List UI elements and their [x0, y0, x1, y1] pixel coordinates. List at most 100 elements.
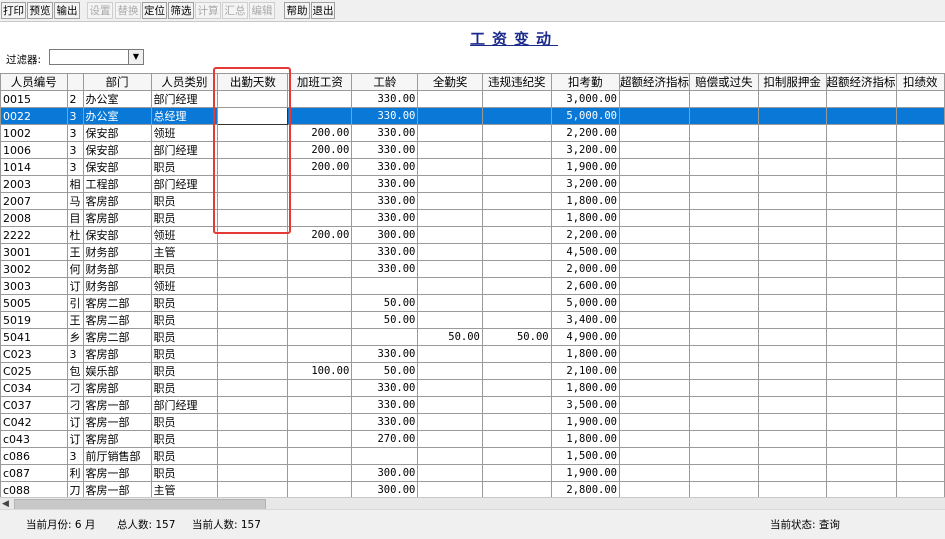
table-row[interactable]: c043 订客房部 职员 270.00 1,800.00: [0, 430, 945, 448]
table-cell[interactable]: [217, 430, 289, 448]
table-cell[interactable]: [417, 447, 483, 465]
table-cell[interactable]: [417, 90, 483, 108]
table-cell[interactable]: [688, 260, 759, 278]
table-cell[interactable]: [417, 277, 483, 295]
table-cell[interactable]: 330.00: [351, 260, 419, 278]
table-cell[interactable]: c087: [0, 464, 68, 482]
table-cell[interactable]: 订: [66, 413, 84, 431]
table-cell[interactable]: [481, 90, 552, 108]
table-cell[interactable]: 300.00: [351, 464, 419, 482]
table-cell[interactable]: 4,900.00: [550, 328, 620, 346]
table-cell[interactable]: [825, 175, 897, 193]
table-cell[interactable]: [825, 277, 897, 295]
table-cell[interactable]: [825, 447, 897, 465]
table-cell[interactable]: c088: [0, 481, 68, 497]
table-cell[interactable]: [618, 362, 690, 380]
table-cell[interactable]: 200.00: [287, 124, 353, 142]
table-cell[interactable]: [481, 277, 552, 295]
table-cell[interactable]: [217, 311, 289, 329]
column-header-8[interactable]: 违规违纪奖: [481, 73, 552, 91]
table-cell[interactable]: [825, 481, 897, 497]
table-cell[interactable]: [688, 192, 759, 210]
table-cell[interactable]: 领班: [150, 277, 219, 295]
table-cell[interactable]: 200.00: [287, 158, 353, 176]
table-cell[interactable]: [825, 430, 897, 448]
table-cell[interactable]: [618, 175, 690, 193]
table-cell[interactable]: 5005: [0, 294, 68, 312]
table-cell[interactable]: 客房二部: [82, 328, 152, 346]
table-cell[interactable]: [481, 379, 552, 397]
table-cell[interactable]: [757, 362, 827, 380]
table-cell[interactable]: 2,000.00: [550, 260, 620, 278]
table-cell[interactable]: [688, 396, 759, 414]
table-row[interactable]: 3001 王财务部 主管 330.00 4,500.00: [0, 243, 945, 261]
table-cell[interactable]: 利: [66, 464, 84, 482]
table-cell[interactable]: [825, 90, 897, 108]
table-cell[interactable]: 330.00: [351, 175, 419, 193]
table-cell[interactable]: [895, 158, 945, 176]
table-cell[interactable]: [895, 209, 945, 227]
table-cell[interactable]: [825, 260, 897, 278]
table-cell[interactable]: 50.00: [351, 362, 419, 380]
table-cell[interactable]: [217, 209, 289, 227]
table-cell[interactable]: 3,200.00: [550, 175, 620, 193]
table-cell[interactable]: [757, 124, 827, 142]
table-cell[interactable]: [688, 141, 759, 159]
table-cell[interactable]: [618, 413, 690, 431]
table-cell[interactable]: [618, 294, 690, 312]
table-cell[interactable]: 3001: [0, 243, 68, 261]
table-cell[interactable]: [287, 447, 353, 465]
table-cell[interactable]: [481, 430, 552, 448]
table-cell[interactable]: [618, 328, 690, 346]
table-cell[interactable]: [618, 447, 690, 465]
table-cell[interactable]: 部门经理: [150, 141, 219, 159]
table-cell[interactable]: 50.00: [351, 311, 419, 329]
table-cell[interactable]: [287, 243, 353, 261]
table-cell[interactable]: c086: [0, 447, 68, 465]
table-cell[interactable]: 1,800.00: [550, 345, 620, 363]
table-cell[interactable]: [287, 328, 353, 346]
table-row[interactable]: 1014 3 保安部 职员 200.00 330.00 1,900.00: [0, 158, 945, 176]
table-cell[interactable]: [895, 396, 945, 414]
table-cell[interactable]: 职员: [150, 362, 219, 380]
table-cell[interactable]: [481, 192, 552, 210]
table-cell[interactable]: [825, 141, 897, 159]
table-cell[interactable]: [825, 192, 897, 210]
table-cell[interactable]: 职员: [150, 328, 219, 346]
table-cell[interactable]: 客房部: [82, 430, 152, 448]
table-cell[interactable]: [481, 107, 552, 125]
table-cell[interactable]: 财务部: [82, 243, 152, 261]
table-cell[interactable]: 客房二部: [82, 311, 152, 329]
table-cell[interactable]: 3: [66, 345, 84, 363]
table-cell[interactable]: 330.00: [351, 141, 419, 159]
table-cell[interactable]: [688, 328, 759, 346]
table-cell[interactable]: 1,800.00: [550, 209, 620, 227]
table-cell[interactable]: [481, 158, 552, 176]
table-cell[interactable]: [417, 481, 483, 497]
table-cell[interactable]: [417, 158, 483, 176]
table-cell[interactable]: 财务部: [82, 260, 152, 278]
table-cell[interactable]: [757, 430, 827, 448]
table-cell[interactable]: 2007: [0, 192, 68, 210]
table-cell[interactable]: [618, 124, 690, 142]
table-cell[interactable]: 2,600.00: [550, 277, 620, 295]
table-cell[interactable]: [481, 481, 552, 497]
table-cell[interactable]: 职员: [150, 294, 219, 312]
table-cell[interactable]: 5,000.00: [550, 107, 620, 125]
column-header-2[interactable]: 部门: [82, 73, 152, 91]
column-header-12[interactable]: 扣制服押金: [757, 73, 827, 91]
table-cell[interactable]: 引: [66, 294, 84, 312]
table-cell[interactable]: 1,500.00: [550, 447, 620, 465]
table-cell[interactable]: [417, 396, 483, 414]
table-cell[interactable]: [217, 226, 289, 244]
table-cell[interactable]: [618, 481, 690, 497]
table-cell[interactable]: [287, 430, 353, 448]
table-cell[interactable]: 客房部: [82, 345, 152, 363]
table-cell[interactable]: [895, 413, 945, 431]
table-cell[interactable]: 270.00: [351, 430, 419, 448]
toolbar-button-2[interactable]: 输出: [54, 2, 80, 19]
table-cell[interactable]: [618, 430, 690, 448]
table-cell[interactable]: [757, 90, 827, 108]
table-cell[interactable]: 1014: [0, 158, 68, 176]
table-cell[interactable]: 2003: [0, 175, 68, 193]
